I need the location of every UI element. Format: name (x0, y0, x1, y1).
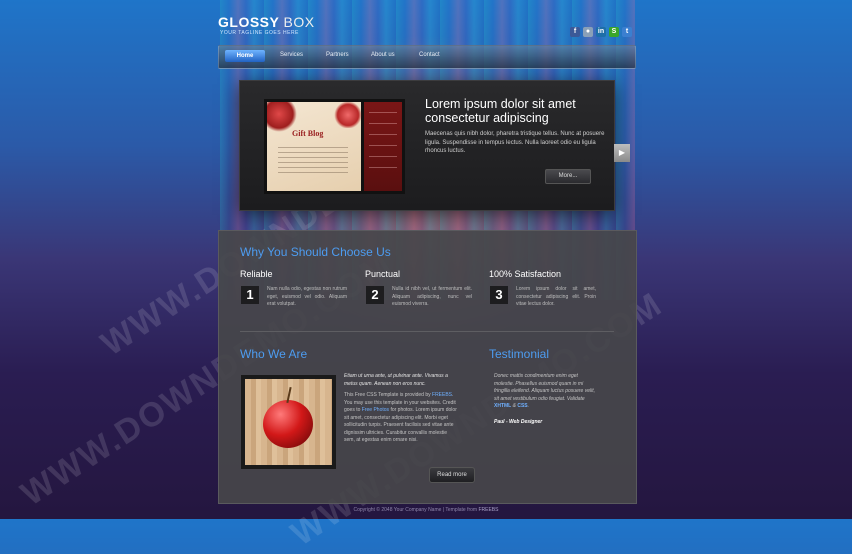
nav-services[interactable]: Services (280, 52, 303, 58)
testimonial-heading: Testimonial (489, 347, 550, 361)
why-heading: Why You Should Choose Us (240, 245, 391, 259)
logo-light: BOX (283, 14, 315, 30)
feature-title-2: Punctual (365, 269, 401, 279)
logo-bold: GLOSSY (218, 14, 280, 30)
testimonial-quote: Donec mattis condimentum enim eget moles… (494, 373, 595, 409)
more-button[interactable]: More... (545, 169, 591, 184)
testimonial-and: & (512, 403, 516, 409)
feature-number-3: 3 (490, 286, 508, 304)
slide-image: Gift Blog (264, 99, 405, 194)
css-link[interactable]: CSS (517, 403, 527, 409)
slide-title: Lorem ipsum dolor sit amet consectetur a… (425, 97, 576, 125)
footer-link[interactable]: FREEBS (478, 507, 498, 513)
nav-contact[interactable]: Contact (419, 52, 440, 58)
free-photos-link[interactable]: Free Photos (362, 407, 389, 413)
site-header: GLOSSY BOX YOUR TAGLINE GOES HERE f ● in… (218, 14, 635, 44)
flickr-icon[interactable]: ● (583, 27, 593, 37)
site-footer: Copyright © 2048 Your Company Name | Tem… (0, 507, 852, 513)
slide-image-flower (267, 102, 297, 132)
site-logo[interactable]: GLOSSY BOX (218, 14, 315, 30)
footer-text: Copyright © 2048 Your Company Name | Tem… (353, 507, 478, 513)
nav-home[interactable]: Home (225, 50, 265, 62)
xhtml-link[interactable]: XHTML (494, 403, 511, 409)
feature-text-1: Nam nulla odio, egestas non rutrum eget,… (267, 286, 347, 307)
skype-icon[interactable]: S (609, 27, 619, 37)
slide-image-lines (278, 147, 348, 177)
freebs-link[interactable]: FREEBS (432, 392, 452, 398)
section-divider (240, 331, 614, 332)
twitter-icon[interactable]: t (622, 27, 632, 37)
nav-about[interactable]: About us (371, 52, 395, 58)
who-lead: Etiam ut urna ante, ut pulvinar ante. Vi… (344, 373, 448, 387)
who-text: Etiam ut urna ante, ut pulvinar ante. Vi… (344, 373, 459, 445)
feature-number-1: 1 (241, 286, 259, 304)
feature-number-2: 2 (366, 286, 384, 304)
feature-text-2: Nulla id nibh vel, ut fermentum elit. Al… (392, 286, 472, 307)
featured-slider: Gift Blog Lorem ipsum dolor sit amet con… (239, 80, 615, 211)
testimonial-author: Paul - Web Designer (494, 419, 543, 425)
facebook-icon[interactable]: f (570, 27, 580, 37)
slide-image-flower-2 (334, 102, 362, 128)
read-more-button[interactable]: Read more (429, 467, 475, 483)
nav-partners[interactable]: Partners (326, 52, 349, 58)
testimonial-quote-text: Donec mattis condimentum enim eget moles… (494, 373, 595, 402)
site-tagline: YOUR TAGLINE GOES HERE (220, 30, 299, 36)
slide-image-sidebar (364, 102, 402, 191)
slide-image-title: Gift Blog (292, 129, 324, 138)
who-text-1: This Free CSS Template is provided by (344, 392, 431, 398)
content-panel: Why You Should Choose Us Reliable 1 Nam … (218, 230, 637, 504)
social-icons: f ● in S t (570, 27, 632, 37)
feature-title-1: Reliable (240, 269, 273, 279)
slider-next-icon[interactable]: ▶ (614, 144, 630, 162)
feature-title-3: 100% Satisfaction (489, 269, 562, 279)
who-heading: Who We Are (240, 347, 308, 361)
slide-text: Maecenas quis nibh dolor, pharetra trist… (425, 131, 605, 154)
apple-photo (241, 375, 336, 469)
main-navigation: Home Services Partners About us Contact (218, 45, 636, 69)
apple-photo-apple (263, 400, 313, 448)
linkedin-icon[interactable]: in (596, 27, 606, 37)
feature-text-3: Lorem ipsum dolor sit amet, consectetur … (516, 286, 596, 307)
